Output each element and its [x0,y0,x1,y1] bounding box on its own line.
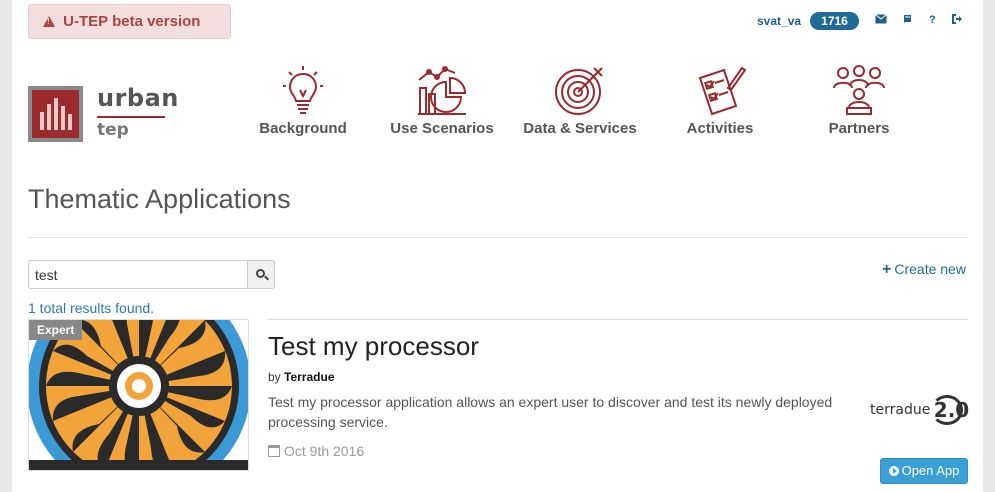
checklist-icon [698,66,746,116]
calendar-icon [268,445,280,457]
target-icon [555,67,603,115]
nav-item-activities[interactable]: Activities [655,64,785,137]
app-author-name[interactable]: Terradue [284,370,334,384]
terradue-logo-version: 2.0 [930,395,969,425]
warning-icon [43,16,55,27]
nav-label-use-scenarios: Use Scenarios [390,120,494,137]
open-app-button[interactable]: Open App [880,458,968,484]
chart-icon [418,66,467,115]
page-container: U-TEP beta version svat_va 1716 ? urban … [12,0,983,492]
logo-divider [97,116,165,118]
nav-item-data-services[interactable]: Data & Services [515,64,645,137]
nav-label-background: Background [259,120,347,137]
page-title: Thematic Applications [28,184,291,214]
turbine-image [29,320,248,470]
results-count: 1 total results found. [28,300,155,316]
create-new-label: Create new [894,261,966,277]
app-description: Test my processor application allows an … [268,394,833,430]
beta-banner-text: U-TEP beta version [63,13,201,30]
search-button[interactable] [247,260,275,289]
arrow-circle-icon [888,466,899,476]
app-date-text: Oct 9th 2016 [284,443,365,459]
people-icon [833,65,885,115]
logo-word-tep[interactable]: tep [97,120,129,140]
create-new-link[interactable]: + Create new [882,261,966,279]
nav-item-partners[interactable]: Partners [794,64,924,137]
logo-word-urban[interactable]: urban [97,84,179,112]
lightbulb-icon [283,66,323,114]
terradue-logo-text: terradue [870,402,931,418]
nav-label-partners: Partners [828,120,890,137]
search-input[interactable] [28,260,248,289]
question-icon[interactable]: ? [929,14,936,26]
app-author: by Terradue [268,370,335,384]
nav-item-background[interactable]: Background [238,64,368,137]
nav-label-data-services: Data & Services [523,120,637,137]
terradue-logo: terradue 2.0 [870,395,969,425]
user-count-badge[interactable]: 1716 [810,12,859,30]
nav-item-use-scenarios[interactable]: Use Scenarios [377,64,507,137]
expert-badge: Expert [29,320,83,340]
app-date: Oct 9th 2016 [268,443,364,459]
search-group [28,260,275,289]
plus-icon: + [882,261,892,278]
user-name-link[interactable]: svat_va [757,14,801,28]
app-thumbnail[interactable]: Expert [28,319,249,471]
urban-tep-logo-mark[interactable] [28,86,83,142]
app-title[interactable]: Test my processor [268,331,479,362]
app-author-prefix: by [268,370,281,384]
book-icon[interactable] [902,14,912,27]
beta-banner: U-TEP beta version [28,4,231,39]
open-app-label: Open App [901,463,960,478]
title-divider [28,237,968,238]
nav-label-activities: Activities [686,120,754,137]
result-divider [268,319,968,320]
envelope-icon[interactable] [875,14,887,27]
sign-out-icon[interactable] [952,14,963,27]
